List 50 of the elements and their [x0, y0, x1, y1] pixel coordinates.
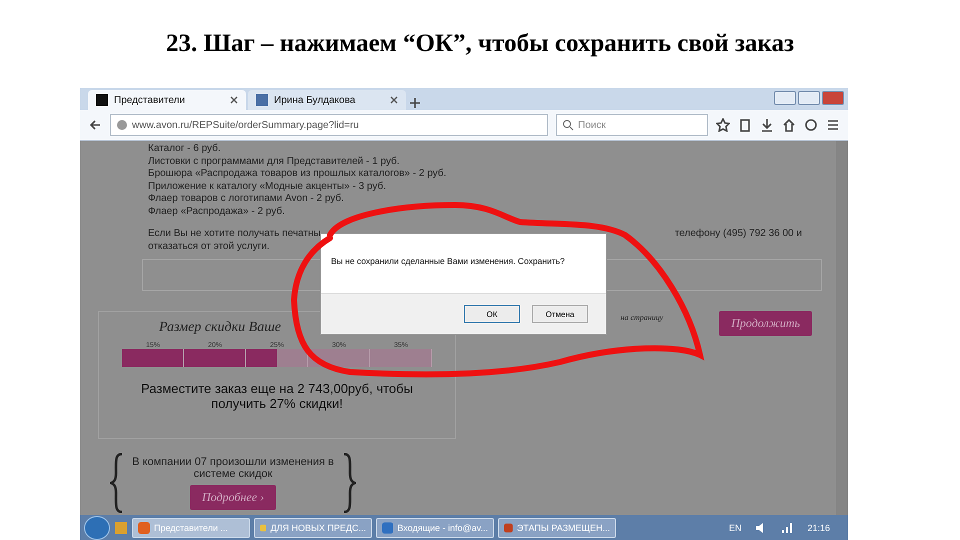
app-icon [382, 522, 394, 534]
dialog-message: Вы не сохранили сделанные Вами изменения. Сохранить? [330, 255, 566, 268]
material-line: Флаер «Распродажа» - 2 руб. [148, 206, 286, 218]
taskbar-item[interactable]: Входящие - info@av... [376, 518, 494, 538]
slide-title: 23. Шаг – нажимаем “ОК”, чтобы сохранить свой заказ [164, 29, 795, 59]
browser-tab[interactable]: Ирина Булдакова [248, 90, 406, 110]
site-icon [256, 94, 268, 106]
discount-title: Размер скидки Ваше [159, 320, 282, 336]
material-line: Флаер товаров с логотипами Avon - 2 руб. [148, 193, 345, 206]
signal-icon [781, 522, 794, 534]
material-line: Приложение к каталогу «Модные акценты» - 3 руб. [148, 180, 387, 193]
material-line: Каталог - 6 руб. [148, 143, 222, 156]
dialog-button[interactable]: Отмена [532, 305, 588, 323]
language-indicator[interactable]: EN [728, 522, 742, 532]
notice-text: отказаться от этой услуги. [148, 240, 271, 253]
maximize-button[interactable] [798, 91, 820, 105]
app-icon [504, 522, 513, 534]
address-field[interactable]: www.avon.ru/REPSuite/orderSummary.page?lid=ru [110, 114, 548, 136]
search-icon [562, 119, 574, 131]
site-icon [96, 94, 108, 106]
clipboard-icon[interactable] [738, 118, 752, 132]
dialog-button[interactable]: ОК [464, 305, 520, 323]
more-button[interactable]: Подробнее › [190, 485, 276, 510]
home-icon[interactable] [782, 118, 796, 132]
discount-message: Разместите заказ еще на 2 743,00руб, чтобы получить 27% скидки! [140, 381, 414, 411]
plus-icon[interactable] [408, 96, 422, 110]
material-line: Брошюра «Распродажа товаров из прошлых каталогов» - 2 руб. [148, 168, 448, 180]
continue-button[interactable]: Продолжить [719, 311, 812, 336]
taskbar-item[interactable]: ЭТАПЫ РАЗМЕЩЕН... [498, 518, 616, 538]
promo-link[interactable]: на страницу [620, 313, 664, 322]
brace-icon [342, 453, 356, 513]
start-button[interactable] [84, 516, 110, 540]
close-icon[interactable] [390, 96, 398, 104]
close-icon[interactable] [230, 96, 238, 104]
brace-icon [110, 453, 124, 513]
news-text: В компании 07 произошли изменения в системе скидок [131, 456, 335, 480]
app-icon [114, 522, 128, 534]
browser-tab[interactable]: Представители [88, 90, 246, 110]
star-icon[interactable] [716, 118, 730, 132]
taskbar-item[interactable]: ДЛЯ НОВЫХ ПРЕДС... [254, 518, 372, 538]
app-icon [138, 522, 150, 534]
back-icon[interactable] [88, 118, 102, 132]
notice-text: Если Вы не хотите получать печатны [148, 228, 321, 240]
clock-text: 21:16 [807, 522, 830, 532]
download-icon[interactable] [760, 118, 774, 132]
material-line: Листовки с программами для Представителей - 1 руб. [148, 156, 401, 168]
search-field[interactable]: Поиск [556, 114, 708, 136]
menu-icon[interactable] [826, 118, 840, 132]
minimize-button[interactable] [774, 91, 796, 105]
notice-text: телефону (495) 792 36 00 и [674, 228, 802, 240]
